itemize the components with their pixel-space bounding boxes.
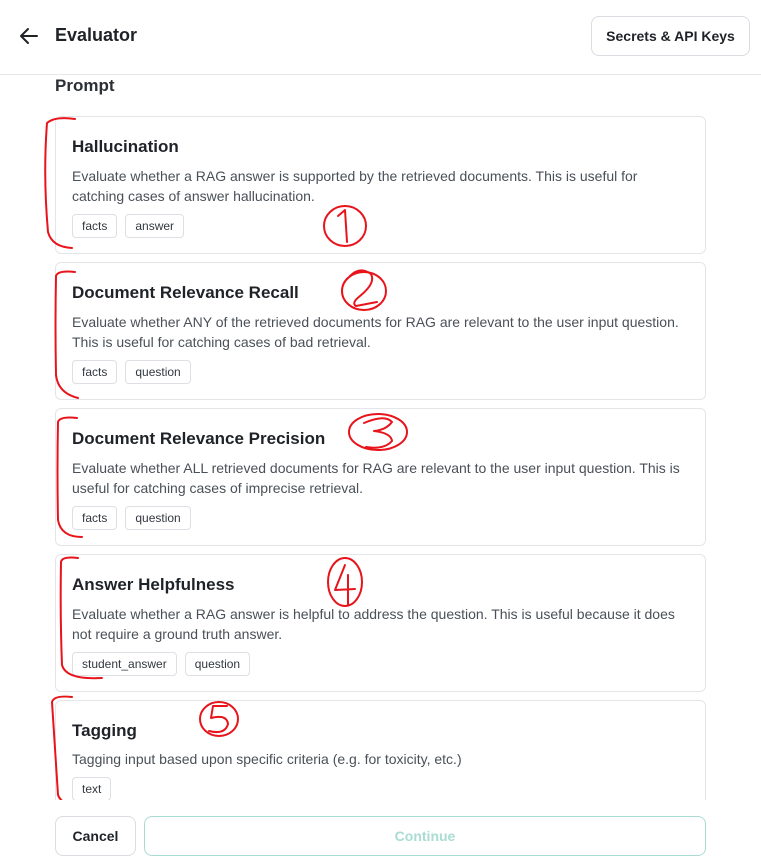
header: Evaluator Secrets & API Keys xyxy=(0,0,761,75)
evaluator-card-document-relevance-recall[interactable]: Document Relevance Recall Evaluate wheth… xyxy=(55,262,706,400)
tag: question xyxy=(125,506,191,530)
evaluator-card-hallucination[interactable]: Hallucination Evaluate whether a RAG ans… xyxy=(55,116,706,254)
page-title: Evaluator xyxy=(55,25,138,45)
tag: question xyxy=(184,652,251,676)
card-title: Answer Helpfulness xyxy=(72,575,235,594)
tag: answer xyxy=(125,214,185,238)
card-description: Evaluate whether ALL retrieved documents… xyxy=(72,460,680,496)
section-label: Prompt xyxy=(55,76,115,95)
cancel-button[interactable]: Cancel xyxy=(55,816,136,856)
card-title: Document Relevance Precision xyxy=(72,429,326,448)
card-description: Evaluate whether a RAG answer is support… xyxy=(72,168,638,204)
back-button[interactable] xyxy=(14,22,44,50)
tag-list: text xyxy=(72,777,112,801)
card-title: Tagging xyxy=(72,721,137,740)
tag: facts xyxy=(72,506,118,530)
card-title: Document Relevance Recall xyxy=(72,283,299,302)
tag: text xyxy=(72,777,112,801)
card-title: Hallucination xyxy=(72,137,179,156)
tag: question xyxy=(125,360,191,384)
continue-button[interactable]: Continue xyxy=(144,816,706,856)
card-description: Tagging input based upon specific criter… xyxy=(72,751,462,767)
tag-list: facts question xyxy=(72,506,191,530)
evaluator-card-answer-helpfulness[interactable]: Answer Helpfulness Evaluate whether a RA… xyxy=(55,554,706,692)
card-description: Evaluate whether a RAG answer is helpful… xyxy=(72,606,675,642)
tag-list: facts question xyxy=(72,360,191,384)
footer: Cancel Continue xyxy=(0,800,761,868)
arrow-left-icon xyxy=(20,28,38,44)
secrets-api-keys-button[interactable]: Secrets & API Keys xyxy=(591,16,750,56)
evaluator-card-document-relevance-precision[interactable]: Document Relevance Precision Evaluate wh… xyxy=(55,408,706,546)
tag: facts xyxy=(72,214,118,238)
card-description: Evaluate whether ANY of the retrieved do… xyxy=(72,314,679,350)
tag: student_answer xyxy=(72,652,177,676)
tag: facts xyxy=(72,360,118,384)
tag-list: student_answer question xyxy=(72,652,251,676)
tag-list: facts answer xyxy=(72,214,185,238)
